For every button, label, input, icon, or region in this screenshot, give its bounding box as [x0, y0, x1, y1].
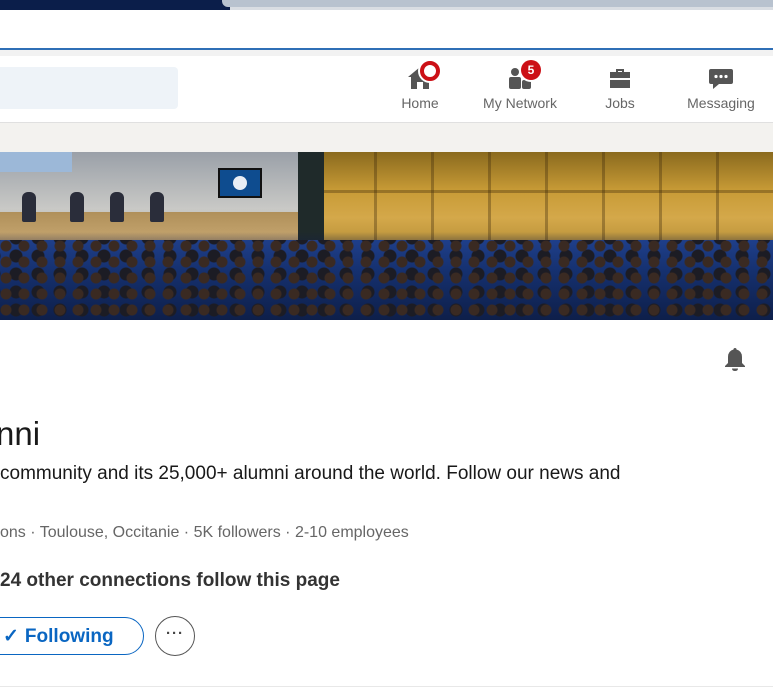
people-icon: 5 — [506, 60, 541, 92]
nav-item-label: Home — [401, 95, 439, 111]
briefcase-icon — [606, 64, 634, 92]
connections-follow-text[interactable]: 24 other connections follow this page — [0, 570, 340, 592]
page-title: nni — [0, 415, 41, 452]
stage-tv-screen — [218, 168, 262, 198]
checkmark-icon: ✓ — [3, 625, 19, 647]
nav-item-home[interactable]: Home — [377, 61, 463, 116]
nav-item-label: Jobs — [605, 95, 635, 111]
org-meta-info: ons · Toulouse, Occitanie · 5K followers… — [0, 524, 409, 541]
browser-tab-bar — [222, 0, 773, 7]
page-background — [0, 123, 773, 152]
chat-bubble-icon — [707, 64, 735, 92]
audience-crowd — [0, 240, 773, 320]
nav-item-jobs[interactable]: Jobs — [577, 64, 663, 116]
bell-icon[interactable] — [721, 345, 749, 373]
linkedin-nav-bar: Home 5 My Network Jobs Messaging — [0, 56, 773, 123]
nav-item-messaging[interactable]: Messaging — [678, 64, 764, 116]
section-divider — [0, 686, 773, 687]
nav-item-my-network[interactable]: 5 My Network — [477, 60, 563, 116]
cover-photo — [0, 152, 773, 320]
ellipsis-icon: ··· — [166, 624, 184, 642]
search-input[interactable] — [0, 67, 178, 109]
home-icon — [406, 61, 440, 92]
nav-item-label: My Network — [483, 95, 557, 111]
more-options-button[interactable]: ··· — [155, 616, 195, 656]
browser-tab-strip — [0, 0, 773, 10]
browser-active-tab[interactable] — [0, 0, 230, 10]
following-label: Following — [24, 625, 114, 647]
network-notification-badge: 5 — [521, 60, 541, 80]
nav-item-label: Messaging — [687, 95, 755, 111]
browser-address-bar[interactable] — [0, 10, 773, 50]
home-notification-badge — [420, 61, 440, 81]
org-tagline: community and its 25,000+ alumni around … — [0, 463, 621, 484]
following-button[interactable]: ✓ Following — [0, 617, 144, 655]
